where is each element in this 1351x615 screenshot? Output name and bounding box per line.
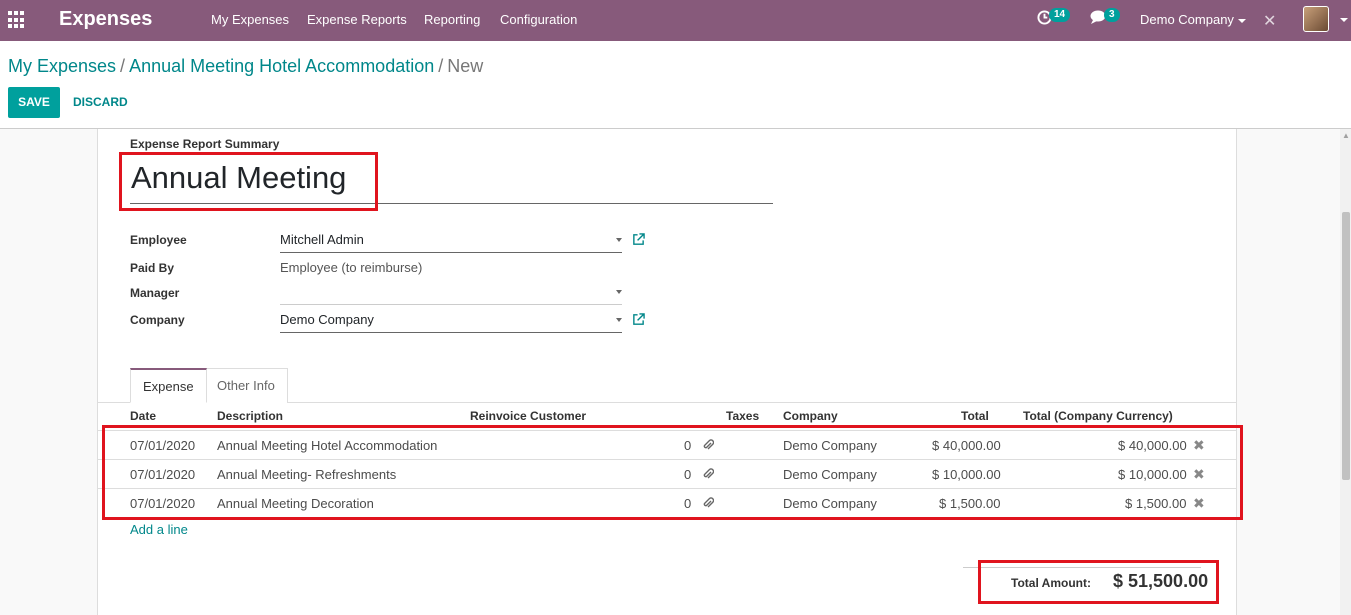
highlight-box-expense-lines <box>102 425 1243 520</box>
add-line-link[interactable]: Add a line <box>130 522 188 537</box>
manager-label: Manager <box>130 286 180 300</box>
debug-tools-icon[interactable]: ✕ <box>1263 11 1276 31</box>
column-company[interactable]: Company <box>783 409 838 423</box>
column-date[interactable]: Date <box>130 409 156 423</box>
manager-field[interactable] <box>280 283 622 305</box>
menu-reporting[interactable]: Reporting <box>424 12 480 27</box>
menu-my-expenses[interactable]: My Expenses <box>211 12 289 27</box>
summary-label: Expense Report Summary <box>130 137 280 151</box>
company-switcher-label: Demo Company <box>1140 12 1234 27</box>
tab-expense[interactable]: Expense <box>130 368 207 403</box>
company-label: Company <box>130 313 185 327</box>
external-link-icon[interactable] <box>632 233 645 249</box>
company-switcher[interactable]: Demo Company <box>1140 12 1246 27</box>
highlight-box-summary <box>119 152 378 211</box>
breadcrumb-my-expenses[interactable]: My Expenses <box>8 56 116 76</box>
control-panel: My Expenses / Annual Meeting Hotel Accommo… <box>0 41 1351 129</box>
app-title[interactable]: Expenses <box>59 8 152 31</box>
chevron-down-icon <box>1237 18 1246 23</box>
column-total[interactable]: Total <box>961 409 989 423</box>
external-link-icon[interactable] <box>632 313 645 329</box>
save-button[interactable]: SAVE <box>8 87 60 118</box>
dropdown-arrow-icon[interactable] <box>616 290 622 294</box>
scrollbar-thumb[interactable] <box>1342 212 1350 480</box>
tab-other-info[interactable]: Other Info <box>204 368 288 403</box>
paid-by-value: Employee (to reimburse) <box>280 260 423 275</box>
company-value: Demo Company <box>280 312 374 327</box>
activity-count-badge: 14 <box>1049 8 1071 22</box>
company-field[interactable]: Demo Company <box>280 311 622 333</box>
apps-grid-icon[interactable] <box>8 11 26 29</box>
column-taxes[interactable]: Taxes <box>726 409 759 423</box>
message-count-badge: 3 <box>1104 8 1120 22</box>
employee-field[interactable]: Mitchell Admin <box>280 231 622 253</box>
breadcrumb-separator: / <box>438 56 444 76</box>
breadcrumb-separator: / <box>120 56 126 76</box>
menu-expense-reports[interactable]: Expense Reports <box>307 12 407 27</box>
breadcrumb-expense[interactable]: Annual Meeting Hotel Accommodation <box>129 56 434 76</box>
paid-by-label: Paid By <box>130 261 175 275</box>
discard-button[interactable]: DISCARD <box>64 87 137 118</box>
top-navbar: Expenses My Expenses Expense Reports Rep… <box>0 0 1351 41</box>
employee-value: Mitchell Admin <box>280 232 364 247</box>
column-reinvoice-customer[interactable]: Reinvoice Customer <box>470 409 586 423</box>
dropdown-arrow-icon[interactable] <box>616 238 622 242</box>
menu-configuration[interactable]: Configuration <box>500 12 577 27</box>
avatar-chevron-down-icon[interactable] <box>1340 18 1348 22</box>
dropdown-arrow-icon[interactable] <box>616 318 622 322</box>
breadcrumb-current: New <box>447 56 484 76</box>
scroll-up-arrow-icon[interactable]: ▲ <box>1342 131 1350 140</box>
highlight-box-total <box>978 560 1219 604</box>
breadcrumb: My Expenses / Annual Meeting Hotel Accommo… <box>8 56 483 77</box>
user-avatar[interactable] <box>1303 6 1329 32</box>
column-total-company-currency[interactable]: Total (Company Currency) <box>1023 409 1173 423</box>
column-description[interactable]: Description <box>217 409 283 423</box>
employee-label: Employee <box>130 233 187 247</box>
